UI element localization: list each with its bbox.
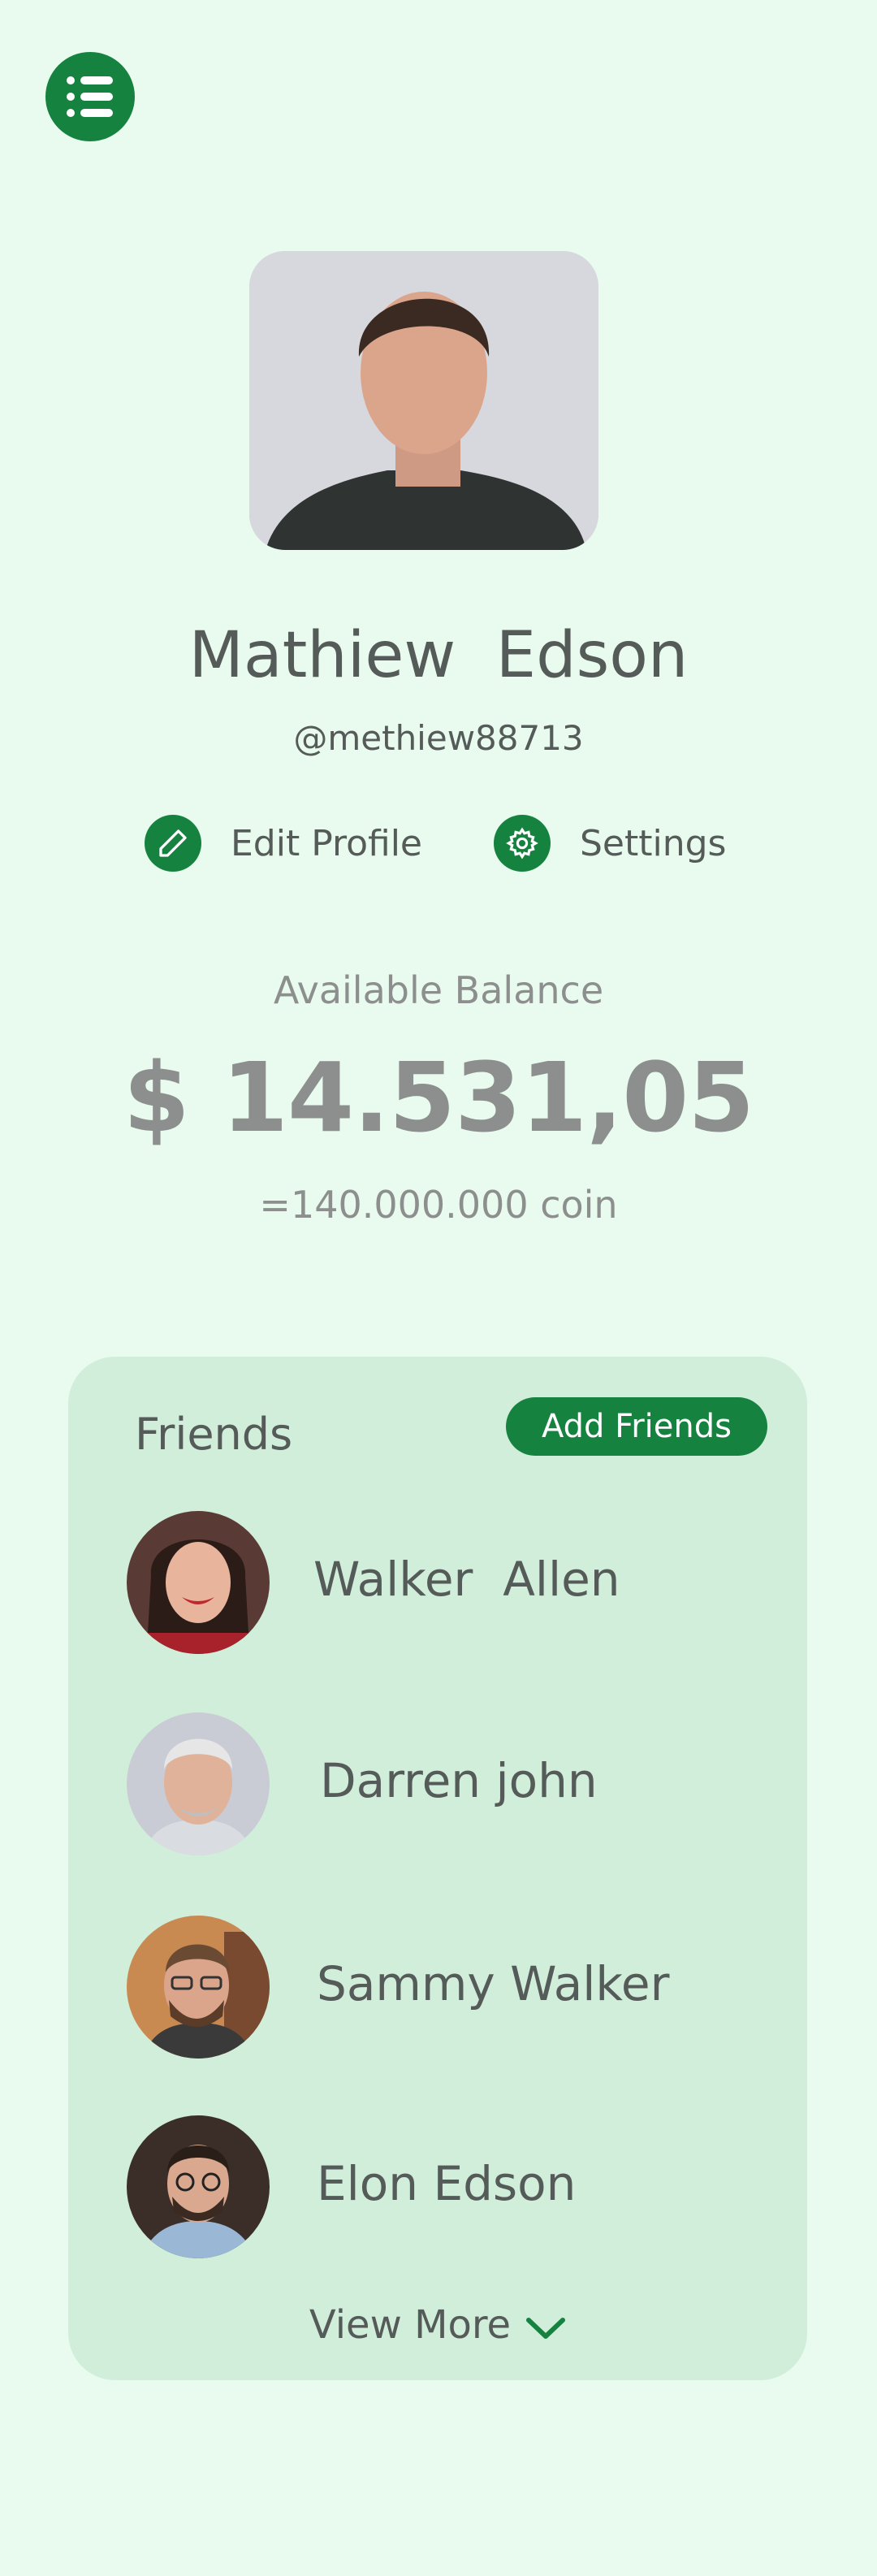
chevron-down-icon: [526, 2318, 566, 2339]
settings-label: Settings: [580, 822, 727, 864]
friend-item[interactable]: Sammy Walker: [68, 1916, 807, 2062]
friend-name: Sammy Walker: [317, 1956, 670, 2011]
friend-item[interactable]: Walker Allen: [68, 1511, 807, 1657]
friend-item[interactable]: Darren john: [68, 1712, 807, 1859]
friend-name: Darren john: [320, 1753, 598, 1808]
friends-title: Friends: [135, 1409, 293, 1460]
menu-button[interactable]: [45, 52, 135, 141]
edit-profile-button[interactable]: Edit Profile: [145, 814, 422, 872]
friend-avatar: [127, 1511, 270, 1654]
profile-avatar[interactable]: [249, 251, 598, 550]
profile-name: Mathiew Edson: [188, 619, 689, 692]
list-menu-icon: [67, 76, 113, 117]
balance-label: Available Balance: [273, 968, 604, 1012]
friends-card: Friends Add Friends Walker Allen Darren: [68, 1357, 807, 2380]
balance-amount: $ 14.531,05: [123, 1041, 755, 1154]
edit-profile-label: Edit Profile: [231, 822, 423, 864]
profile-handle: @methiew88713: [293, 718, 584, 758]
friend-name: Elon Edson: [317, 2156, 577, 2211]
friend-item[interactable]: Elon Edson: [68, 2115, 807, 2262]
view-more-button[interactable]: View More: [68, 2302, 807, 2348]
add-friends-button[interactable]: Add Friends: [506, 1397, 767, 1456]
gear-icon: [494, 815, 551, 872]
profile-photo: [249, 251, 598, 550]
friend-avatar: [127, 1916, 270, 2059]
friend-avatar: [127, 1712, 270, 1855]
view-more-label: View More: [309, 2302, 512, 2348]
friend-name: Walker Allen: [313, 1552, 620, 1607]
settings-button[interactable]: Settings: [494, 814, 726, 872]
pencil-icon: [145, 815, 201, 872]
friend-avatar: [127, 2115, 270, 2258]
balance-coin: =140.000.000 coin: [259, 1183, 618, 1227]
